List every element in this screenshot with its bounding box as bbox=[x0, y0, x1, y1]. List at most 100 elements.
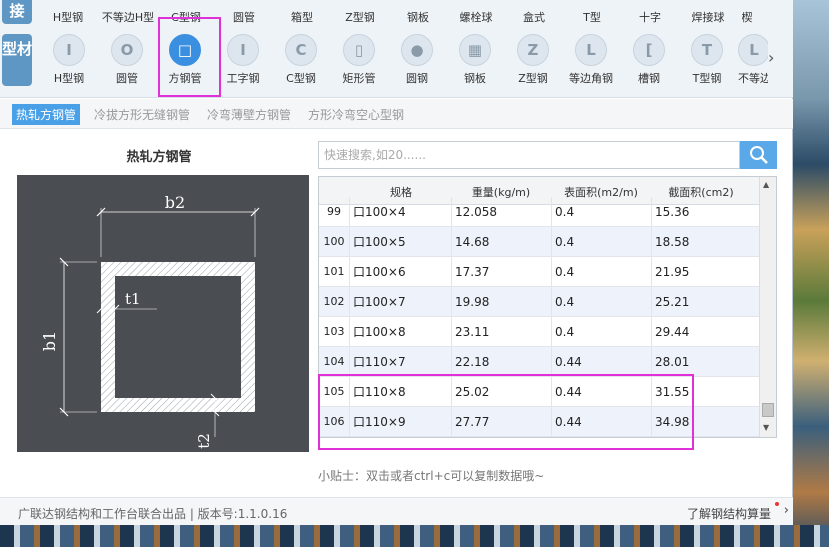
profile-category-row: 型材 I H型钢 O 圆管 □ 方钢管 I 工字钢 C C型钢 ▯ 矩形管 ● 圆钢 ▦ 钢板 Z Z型钢 L 等边角… bbox=[0, 30, 793, 98]
cell-spec[interactable]: 口110×7 bbox=[349, 347, 451, 377]
table-row[interactable]: 104 口110×7 22.18 0.44 28.01 bbox=[319, 347, 759, 377]
cell-section-area[interactable]: 25.21 bbox=[651, 287, 759, 317]
category-0[interactable]: I H型钢 bbox=[42, 34, 96, 86]
figure-title: 热轧方钢管 bbox=[126, 150, 192, 165]
top-item[interactable]: 圆管 bbox=[214, 9, 274, 25]
top-item[interactable]: T型 bbox=[562, 9, 622, 25]
scroll-down-icon[interactable]: ▼ bbox=[763, 423, 769, 432]
tab-cold-formed-thin[interactable]: 冷弯薄壁方钢管 bbox=[207, 106, 291, 123]
table-row[interactable]: 103 口100×8 23.11 0.4 29.44 bbox=[319, 317, 759, 347]
desktop-taskbar-strip bbox=[0, 525, 829, 547]
cell-spec[interactable]: 口100×8 bbox=[349, 317, 451, 347]
category-6[interactable]: ● 圆钢 bbox=[390, 34, 444, 86]
category-label: 等边角钢 bbox=[569, 72, 613, 85]
cell-spec[interactable]: 口100×5 bbox=[349, 227, 451, 257]
top-item[interactable]: 十字 bbox=[620, 9, 680, 25]
category-7[interactable]: ▦ 钢板 bbox=[448, 34, 502, 86]
search-input[interactable] bbox=[318, 141, 740, 169]
cell-section-area[interactable]: 15.36 bbox=[651, 197, 759, 227]
top-item[interactable]: H型钢 bbox=[38, 9, 98, 25]
top-item[interactable]: 焊接球 bbox=[678, 9, 738, 25]
table-row[interactable]: 102 口100×7 19.98 0.4 25.21 bbox=[319, 287, 759, 317]
learn-more-link[interactable]: 了解钢结构算量 bbox=[687, 505, 771, 522]
side-tag-profile[interactable]: 型材 bbox=[2, 34, 32, 86]
rows-highlight-box bbox=[318, 374, 694, 450]
cell-weight[interactable]: 22.18 bbox=[451, 347, 551, 377]
table-row[interactable]: 101 口100×6 17.37 0.4 21.95 bbox=[319, 257, 759, 287]
cell-surface-area[interactable]: 0.4 bbox=[551, 257, 651, 287]
table-row[interactable]: 99 口100×4 12.058 0.4 15.36 bbox=[319, 197, 759, 227]
cell-spec[interactable]: 口100×6 bbox=[349, 257, 451, 287]
cell-spec[interactable]: 口100×4 bbox=[349, 197, 451, 227]
category-label: 钢板 bbox=[464, 72, 486, 85]
search-button[interactable] bbox=[740, 141, 777, 169]
top-item[interactable]: 箱型 bbox=[272, 9, 332, 25]
dim-label-b1: b1 bbox=[40, 331, 59, 351]
cell-section-area[interactable]: 29.44 bbox=[651, 317, 759, 347]
top-item[interactable]: 不等边H型 bbox=[98, 9, 158, 25]
scroll-up-icon[interactable]: ▲ bbox=[763, 180, 769, 189]
cell-weight[interactable]: 14.68 bbox=[451, 227, 551, 257]
search-icon bbox=[749, 146, 768, 164]
row-index[interactable]: 102 bbox=[319, 287, 349, 317]
category-11[interactable]: T T型钢 bbox=[680, 34, 734, 86]
cell-section-area[interactable]: 28.01 bbox=[651, 347, 759, 377]
category-label: 圆管 bbox=[116, 72, 138, 85]
cell-surface-area[interactable]: 0.4 bbox=[551, 197, 651, 227]
profile-icon: T bbox=[691, 34, 723, 66]
tab-cold-drawn-seamless[interactable]: 冷拔方形无缝钢管 bbox=[94, 106, 190, 123]
top-item[interactable]: 楔 bbox=[732, 9, 762, 25]
category-1[interactable]: O 圆管 bbox=[100, 34, 154, 86]
tab-cold-formed-hollow[interactable]: 方形冷弯空心型钢 bbox=[308, 106, 404, 123]
tab-hot-rolled-square[interactable]: 热轧方钢管 bbox=[12, 104, 81, 125]
side-tag-connect[interactable]: 接 bbox=[2, 0, 32, 24]
top-item[interactable]: 螺栓球 bbox=[446, 9, 506, 25]
cell-weight[interactable]: 19.98 bbox=[451, 287, 551, 317]
category-12[interactable]: L 不等边 bbox=[738, 34, 768, 86]
tip-text: 小贴士：双击或者ctrl+c可以复制数据哦~ bbox=[318, 469, 545, 483]
cell-surface-area[interactable]: 0.4 bbox=[551, 227, 651, 257]
profile-icon: Z bbox=[517, 34, 549, 66]
category-5[interactable]: ▯ 矩形管 bbox=[332, 34, 386, 86]
category-4[interactable]: C C型钢 bbox=[274, 34, 328, 86]
category-8[interactable]: Z Z型钢 bbox=[506, 34, 560, 86]
cell-surface-area[interactable]: 0.4 bbox=[551, 287, 651, 317]
cell-section-area[interactable]: 18.58 bbox=[651, 227, 759, 257]
table-row[interactable]: 100 口100×5 14.68 0.4 18.58 bbox=[319, 227, 759, 257]
category-3[interactable]: I 工字钢 bbox=[216, 34, 270, 86]
scrollbar-thumb[interactable] bbox=[762, 403, 774, 417]
category-label: T型钢 bbox=[692, 72, 722, 85]
top-item[interactable]: 钢板 bbox=[388, 9, 448, 25]
top-item[interactable]: 盒式 bbox=[504, 9, 564, 25]
top-category-row: 接 H型钢 不等边H型 C型钢 圆管 箱型 Z型钢 钢板 螺栓球 盒式 T型 十… bbox=[0, 0, 793, 30]
cell-weight[interactable]: 17.37 bbox=[451, 257, 551, 287]
profile-icon: C bbox=[285, 34, 317, 66]
category-10[interactable]: [槽钢 bbox=[622, 34, 676, 86]
desktop-background bbox=[793, 0, 829, 547]
cell-section-area[interactable]: 21.95 bbox=[651, 257, 759, 287]
top-item[interactable]: Z型钢 bbox=[330, 9, 390, 25]
row-index[interactable]: 104 bbox=[319, 347, 349, 377]
cell-spec[interactable]: 口100×7 bbox=[349, 287, 451, 317]
steel-calculator-window: 接 H型钢 不等边H型 C型钢 圆管 箱型 Z型钢 钢板 螺栓球 盒式 T型 十… bbox=[0, 0, 793, 525]
dim-label-t1: t1 bbox=[125, 290, 141, 308]
profile-icon: I bbox=[53, 34, 85, 66]
row-index[interactable]: 101 bbox=[319, 257, 349, 287]
chevron-right-icon[interactable]: › bbox=[768, 48, 774, 67]
row-index[interactable]: 99 bbox=[319, 197, 349, 227]
category-9[interactable]: L 等边角钢 bbox=[564, 34, 618, 86]
cell-surface-area[interactable]: 0.4 bbox=[551, 317, 651, 347]
profile-icon: L bbox=[738, 34, 768, 66]
footer: 广联达钢结构和工作台联合出品 | 版本号:1.1.0.16 了解钢结构算量 › bbox=[0, 497, 793, 525]
chevron-right-icon[interactable]: › bbox=[784, 503, 789, 518]
row-index[interactable]: 103 bbox=[319, 317, 349, 347]
profile-icon: I bbox=[227, 34, 259, 66]
table-scrollbar[interactable]: ▲ ▼ bbox=[759, 177, 776, 437]
category-label: 圆钢 bbox=[406, 72, 428, 85]
row-index[interactable]: 100 bbox=[319, 227, 349, 257]
cell-weight[interactable]: 23.11 bbox=[451, 317, 551, 347]
cell-weight[interactable]: 12.058 bbox=[451, 197, 551, 227]
section-diagram-svg: b2 b1 t1 t2 bbox=[40, 193, 260, 449]
cell-surface-area[interactable]: 0.44 bbox=[551, 347, 651, 377]
notification-dot bbox=[775, 502, 779, 506]
